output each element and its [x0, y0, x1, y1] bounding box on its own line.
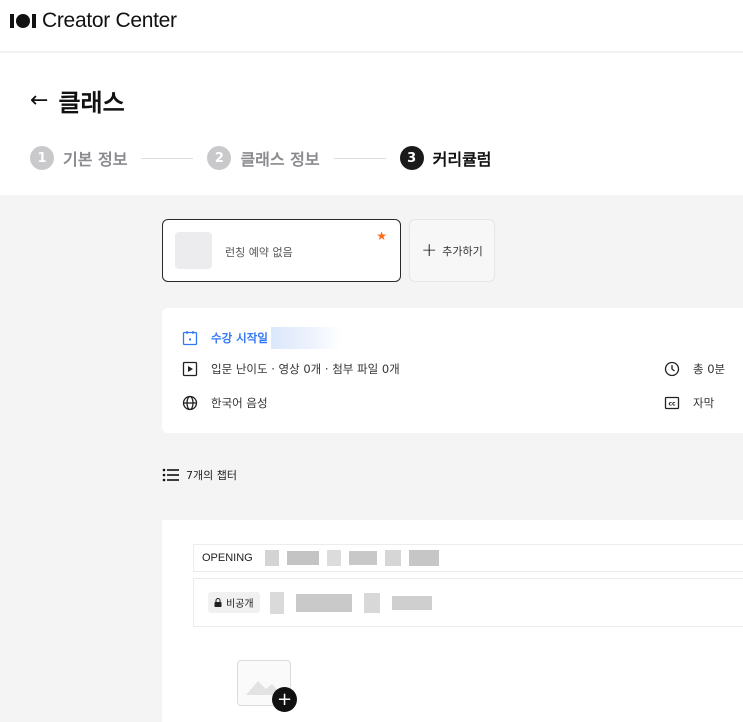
language-text: 한국어 음성 [211, 396, 268, 410]
class-info-card: 수강 시작일 입문 난이도 · 영상 0개 · 첨부 파일 0개 한국어 음성 … [162, 308, 743, 433]
launch-status-text: 런칭 예약 없음 [225, 246, 293, 259]
start-date-value-redacted [270, 327, 341, 349]
chapter-title-redacted [264, 550, 439, 566]
lesson-row[interactable]: 비공개 [193, 578, 743, 627]
top-bar: Creator Center [0, 0, 743, 52]
plus-icon: + [421, 239, 438, 261]
add-image-button[interactable]: + [272, 687, 297, 712]
step-curriculum[interactable]: 3 커리큘럼 [399, 146, 492, 170]
step-number: 2 [207, 146, 232, 170]
title-row: ← 클래스 [30, 83, 125, 118]
play-icon [182, 361, 198, 377]
step-number: 3 [399, 146, 424, 170]
chapter-title-field[interactable]: OPENING [193, 544, 743, 572]
subtitle-row: cc 자막 [664, 395, 714, 411]
launch-reservation-card[interactable]: 런칭 예약 없음 ★ [162, 219, 401, 282]
language-row: 한국어 음성 [182, 395, 268, 411]
duration-text: 총 0분 [693, 362, 726, 376]
step-divider [333, 157, 386, 159]
closed-caption-icon: cc [664, 396, 680, 410]
level-text: 입문 난이도 · 영상 0개 · 첨부 파일 0개 [211, 362, 400, 376]
lesson-title-redacted [269, 591, 432, 614]
globe-icon [182, 395, 198, 411]
star-icon: ★ [376, 229, 387, 243]
step-label: 클래스 정보 [240, 150, 320, 169]
add-launch-button[interactable]: + 추가하기 [409, 219, 495, 282]
list-icon [162, 468, 179, 482]
add-label: 추가하기 [442, 244, 483, 258]
step-basic-info[interactable]: 1 기본 정보 [30, 146, 127, 170]
subtitle-text: 자막 [693, 396, 715, 410]
calendar-icon [182, 331, 198, 346]
start-date-label: 수강 시작일 [211, 331, 268, 345]
chapter-card: OPENING 비공개 + [162, 520, 743, 722]
lock-icon [214, 598, 222, 607]
chapter-title-prefix: OPENING [202, 552, 253, 564]
page-title: 클래스 [58, 89, 125, 117]
step-divider [141, 157, 194, 159]
step-class-info[interactable]: 2 클래스 정보 [207, 146, 320, 170]
step-label: 기본 정보 [63, 150, 128, 169]
chapter-count-label: 7개의 챕터 [186, 469, 237, 482]
level-row: 입문 난이도 · 영상 0개 · 첨부 파일 0개 [182, 361, 400, 377]
svg-text:cc: cc [668, 401, 676, 408]
step-label: 커리큘럼 [432, 150, 492, 169]
private-label: 비공개 [226, 599, 254, 610]
creator-center-logo[interactable]: Creator Center [10, 9, 177, 33]
logo-mark-icon [10, 14, 36, 28]
back-arrow-icon[interactable]: ← [30, 89, 48, 112]
chapter-count: 7개의 챕터 [162, 467, 237, 483]
stepper: 1 기본 정보 2 클래스 정보 3 커리큘럼 [30, 146, 492, 170]
start-date-row[interactable]: 수강 시작일 [182, 327, 341, 349]
private-badge: 비공개 [208, 592, 260, 613]
step-number: 1 [30, 146, 54, 170]
duration-row: 총 0분 [664, 361, 725, 377]
page-header: ← 클래스 1 기본 정보 2 클래스 정보 3 커리큘럼 [0, 53, 743, 195]
launch-thumbnail [175, 232, 212, 269]
clock-icon [664, 361, 680, 377]
app-title: Creator Center [42, 9, 177, 32]
